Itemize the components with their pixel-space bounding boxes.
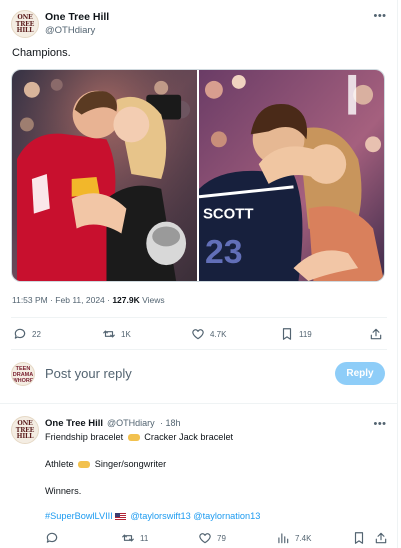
heart-icon (199, 533, 211, 544)
reply-like-count: 79 (217, 533, 226, 543)
mention-link-1[interactable]: @taylorswift13 (130, 511, 190, 521)
reply-icon (46, 532, 58, 543)
bookmark-icon (282, 328, 292, 340)
tweet-text: Champions. (12, 47, 71, 59)
reply-reply-action[interactable] (45, 531, 64, 545)
heart-icon (192, 329, 204, 340)
divider (11, 349, 387, 350)
reply-line-2-text-after: Singer/songwriter (94, 459, 167, 469)
bookmark-action[interactable]: 119 (280, 327, 312, 341)
retweet-icon (103, 330, 115, 338)
reply-count: 22 (32, 329, 41, 339)
like-count: 4.7K (210, 329, 227, 339)
reply-action[interactable]: 22 (13, 327, 41, 341)
handshake-emoji-icon (127, 434, 140, 442)
composer-avatar-logo: TEEN DRAMA WHORE (12, 366, 34, 384)
photo-2-image: SCOTT 23 (199, 70, 384, 281)
reply-line-2: Athlete Singer/songwriter (45, 459, 166, 469)
reply-bookmark-action[interactable] (352, 531, 366, 545)
reply-author-name[interactable]: One Tree Hill (45, 418, 103, 429)
reply-line-1-text-after: Cracker Jack bracelet (144, 432, 234, 442)
reply-line-3-text: Winners. (45, 486, 82, 496)
retweet-icon (122, 534, 134, 542)
avatar-logo: ONE TREE HILL (15, 420, 35, 440)
svg-text:23: 23 (205, 233, 243, 271)
reply-line-1-text: Friendship bracelet (45, 432, 124, 442)
reply-time[interactable]: · 18h (160, 418, 181, 428)
jersey-name-text: SCOTT (203, 207, 254, 223)
retweet-count: 1K (121, 329, 131, 339)
tweet-media[interactable]: SCOTT 23 (11, 69, 385, 282)
reply-more-options-icon[interactable]: ••• (373, 419, 387, 431)
reply-line-2-text: Athlete (45, 459, 74, 469)
tweet-timestamp[interactable]: 11:53 PM · Feb 11, 2024 · (12, 295, 112, 305)
tweet-photo-2[interactable]: SCOTT 23 (199, 70, 384, 281)
reply-retweet-action[interactable]: 11 (121, 531, 148, 545)
tweet-photo-1[interactable] (12, 70, 197, 281)
photo-1-image (12, 70, 197, 281)
author-avatar[interactable]: ONE TREE HILL (11, 10, 39, 38)
reply-icon (14, 328, 26, 339)
hashtag-link[interactable]: #SuperBowlLVIII (45, 511, 113, 521)
reply-retweet-count: 11 (140, 533, 149, 543)
composer-avatar[interactable]: TEEN DRAMA WHORE (11, 362, 35, 386)
share-icon (370, 328, 382, 340)
reply-share-action[interactable] (374, 531, 388, 545)
reply-line-3: Winners. (45, 486, 81, 496)
divider (0, 403, 398, 404)
author-name[interactable]: One Tree Hill (45, 11, 109, 23)
author-handle[interactable]: @OTHdiary (45, 25, 95, 36)
tweet-detail-panel: ONE TREE HILL One Tree Hill @OTHdiary ••• … (0, 0, 398, 548)
bookmark-count: 119 (299, 329, 312, 339)
mention-link-2[interactable]: @taylornation13 (193, 511, 260, 521)
views-label: Views (139, 295, 165, 305)
retweet-action[interactable]: 1K (102, 327, 131, 341)
more-options-icon[interactable]: ••• (373, 11, 387, 23)
share-icon (375, 532, 387, 544)
reply-input[interactable]: Post your reply (45, 366, 132, 381)
like-action[interactable]: 4.7K (191, 327, 226, 341)
divider (11, 317, 387, 318)
reply-hashtags: #SuperBowlLVIII @taylorswift13 @taylorna… (45, 511, 260, 521)
reply-author-avatar[interactable]: ONE TREE HILL (11, 416, 39, 444)
flag-emoji-icon (114, 513, 126, 521)
reply-views-action[interactable]: 7.4K (276, 531, 311, 545)
tweet-meta: 11:53 PM · Feb 11, 2024 · 127.9K Views (12, 295, 165, 305)
analytics-icon (278, 533, 289, 544)
share-action[interactable] (369, 327, 383, 341)
reply-views-count: 7.4K (295, 533, 312, 543)
reply-button[interactable]: Reply (335, 362, 385, 385)
reply-line-1: Friendship bracelet Cracker Jack bracele… (45, 432, 233, 442)
views-count: 127.9K (112, 295, 140, 305)
handshake-emoji-icon (78, 461, 91, 469)
reply-like-action[interactable]: 79 (198, 531, 226, 545)
reply-author-handle[interactable]: @OTHdiary (107, 418, 155, 428)
avatar-logo: ONE TREE HILL (15, 14, 35, 34)
bookmark-icon (354, 532, 364, 544)
